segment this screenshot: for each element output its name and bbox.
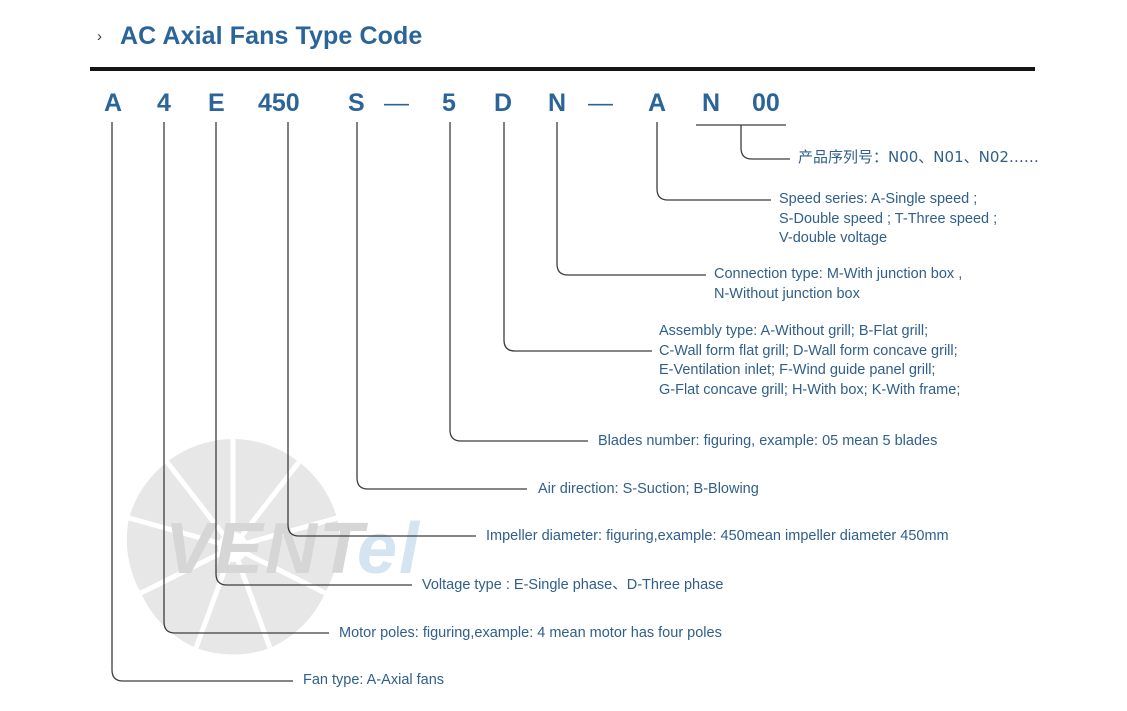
page-title: AC Axial Fans Type Code: [120, 22, 423, 50]
code-char-serial-number: 00: [752, 89, 780, 117]
type-code-diagram: VENT el › AC Axial Fans Type Code A 4 E …: [0, 0, 1127, 711]
label-voltage-type: Voltage type : E-Single phase、D-Three ph…: [422, 577, 724, 593]
chevron-right-icon: ›: [97, 28, 102, 45]
label-assembly-type: Assembly type: A-Without grill; B-Flat g…: [659, 323, 961, 398]
code-char-voltage-type: E: [208, 89, 225, 117]
label-blades-number: Blades number: figuring, example: 05 mea…: [598, 433, 938, 449]
code-separator-2: —: [588, 89, 613, 117]
label-connection-type: Connection type: M-With junction box , N…: [714, 266, 963, 302]
label-product-serial: 产品序列号：N00、N01、N02……: [798, 148, 1039, 166]
code-char-blades-number: 5: [442, 89, 456, 117]
code-char-air-direction: S: [348, 89, 365, 117]
leader-assembly-type: [503, 122, 652, 352]
code-separator-1: —: [384, 89, 409, 117]
leader-serial: [740, 125, 790, 160]
code-char-impeller-diameter: 450: [258, 89, 300, 117]
code-char-serial-prefix: N: [702, 89, 721, 117]
leader-blades-number: [449, 122, 588, 442]
code-char-connection-type: N: [548, 89, 567, 117]
title-divider: [90, 67, 1035, 71]
leader-motor-poles: [163, 122, 329, 634]
leader-fan-type: [111, 122, 293, 682]
code-char-fan-type: A: [104, 89, 123, 117]
code-char-speed-series: A: [648, 89, 667, 117]
label-motor-poles: Motor poles: figuring,example: 4 mean mo…: [339, 625, 722, 641]
leader-air-direction: [356, 122, 527, 490]
code-char-motor-poles: 4: [157, 89, 171, 117]
label-speed-series: Speed series: A-Single speed ; S-Double …: [779, 191, 998, 246]
leader-speed-series: [656, 122, 771, 201]
label-impeller-diameter: Impeller diameter: figuring,example: 450…: [486, 528, 949, 544]
label-air-direction: Air direction: S-Suction; B-Blowing: [538, 481, 759, 497]
leader-voltage-type: [215, 122, 412, 586]
leader-impeller-diameter: [287, 122, 476, 537]
leader-connection-type: [556, 122, 706, 276]
label-fan-type: Fan type: A-Axial fans: [303, 672, 445, 688]
code-char-assembly-type: D: [494, 89, 513, 117]
